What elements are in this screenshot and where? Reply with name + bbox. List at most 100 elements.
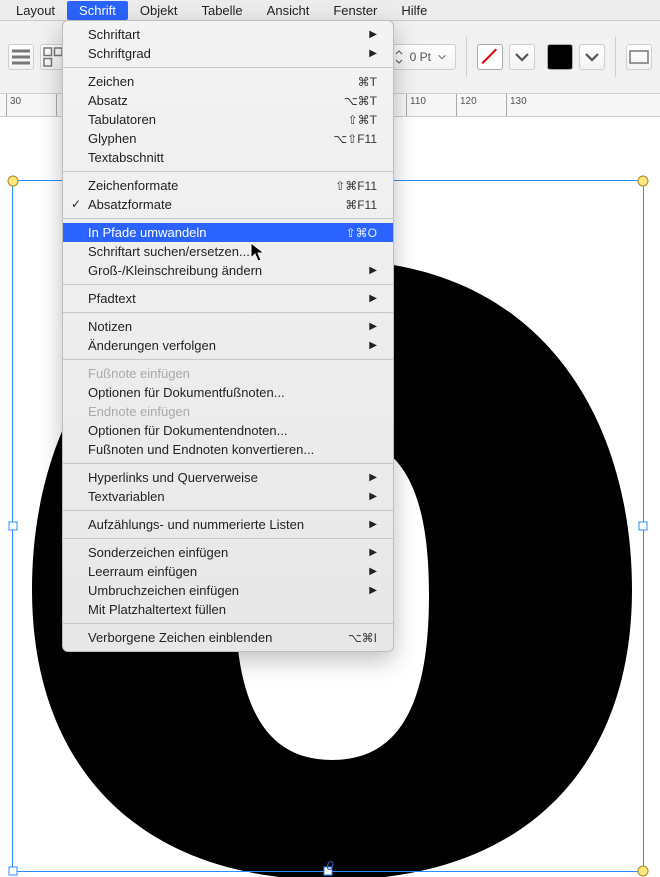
toolbar-button-frame[interactable] — [626, 44, 652, 70]
menu-item-shortcut: ⌥⇧F11 — [321, 132, 377, 146]
toolbar-separator — [615, 37, 616, 77]
submenu-arrow-icon: ▶ — [369, 519, 377, 530]
menu-item[interactable]: Zeichenformate⇧⌘F11 — [63, 176, 393, 195]
menu-item[interactable]: Absatz⌥⌘T — [63, 91, 393, 110]
menu-item[interactable]: Umbruchzeichen einfügen ▶ — [63, 581, 393, 600]
submenu-arrow-icon: ▶ — [369, 566, 377, 577]
frame-icon — [627, 45, 651, 69]
menu-item-label: Fußnote einfügen — [88, 366, 377, 381]
menu-item[interactable]: Optionen für Dokumentfußnoten... — [63, 383, 393, 402]
menu-item-schrift[interactable]: Schrift — [67, 1, 128, 20]
menu-item[interactable]: Fußnoten und Endnoten konvertieren... — [63, 440, 393, 459]
menu-item-label: In Pfade umwandeln — [88, 225, 334, 240]
ruler-label: 130 — [510, 96, 527, 107]
stroke-weight-value: 0 Pt — [410, 50, 431, 64]
schrift-menu: Schriftart▶Schriftgrad▶Zeichen⌘TAbsatz⌥⌘… — [62, 20, 394, 652]
ruler-tick: 30 — [6, 94, 56, 116]
menu-item-ansicht[interactable]: Ansicht — [255, 1, 322, 20]
menu-item-shortcut: ⇧⌘T — [336, 113, 377, 127]
menu-item[interactable]: Aufzählungs- und nummerierte Listen ▶ — [63, 515, 393, 534]
menu-item[interactable]: Notizen ▶ — [63, 317, 393, 336]
menu-item-label: Leerraum einfügen — [88, 564, 361, 579]
menu-item-label: Textvariablen — [88, 489, 361, 504]
menu-item[interactable]: Pfadtext▶ — [63, 289, 393, 308]
submenu-arrow-icon: ▶ — [369, 472, 377, 483]
menu-item[interactable]: Zeichen⌘T — [63, 72, 393, 91]
ruler-tick: 130 — [506, 94, 556, 116]
selection-handle-r[interactable] — [639, 522, 648, 531]
menu-item-shortcut: ⌥⌘I — [336, 631, 377, 645]
submenu-arrow-icon: ▶ — [369, 265, 377, 276]
menu-item-shortcut: ⌘T — [346, 75, 377, 89]
ruler-label: 110 — [410, 96, 426, 107]
menu-item[interactable]: Schriftart suchen/ersetzen... — [63, 242, 393, 261]
ruler-tick: 120 — [456, 94, 506, 116]
chevron-down-icon — [580, 45, 604, 69]
menu-item-label: Notizen — [88, 319, 361, 334]
menu-item[interactable]: Änderungen verfolgen ▶ — [63, 336, 393, 355]
submenu-arrow-icon: ▶ — [369, 293, 377, 304]
menu-item[interactable]: Glyphen⌥⇧F11 — [63, 129, 393, 148]
dropdown-toggle[interactable] — [579, 44, 605, 70]
menu-item[interactable]: Mit Platzhaltertext füllen — [63, 600, 393, 619]
chevron-down-icon — [510, 45, 534, 69]
color-swatch-black[interactable] — [547, 44, 573, 70]
menu-item: Fußnote einfügen — [63, 364, 393, 383]
menu-item-label: Textabschnitt — [88, 150, 377, 165]
menu-item-shortcut: ⇧⌘O — [334, 226, 377, 240]
dropdown-toggle[interactable] — [509, 44, 535, 70]
menu-item-label: Absatzformate — [88, 197, 333, 212]
menu-item-fenster[interactable]: Fenster — [321, 1, 389, 20]
menu-item[interactable]: Verborgene Zeichen einblenden⌥⌘I — [63, 628, 393, 647]
chevron-down-icon — [437, 52, 447, 62]
stroke-weight-field[interactable]: 0 Pt — [385, 44, 456, 70]
submenu-arrow-icon: ▶ — [369, 585, 377, 596]
submenu-arrow-icon: ▶ — [369, 340, 377, 351]
selection-handle-tr[interactable] — [638, 176, 649, 187]
menu-separator — [63, 312, 393, 313]
menu-item-label: Verborgene Zeichen einblenden — [88, 630, 336, 645]
menu-item[interactable]: Textabschnitt — [63, 148, 393, 167]
menu-item-label: Groß-/Kleinschreibung ändern — [88, 263, 361, 278]
menu-item[interactable]: Tabulatoren⇧⌘T — [63, 110, 393, 129]
menu-item[interactable]: Optionen für Dokumentendnoten... — [63, 421, 393, 440]
selection-handle-bl[interactable] — [9, 867, 18, 876]
menu-item-hilfe[interactable]: Hilfe — [389, 1, 439, 20]
menu-item[interactable]: Groß-/Kleinschreibung ändern ▶ — [63, 261, 393, 280]
selection-handle-br[interactable] — [638, 866, 649, 877]
menu-item-layout[interactable]: Layout — [4, 1, 67, 20]
menu-item-label: Optionen für Dokumentfußnoten... — [88, 385, 377, 400]
menu-item-label: Änderungen verfolgen — [88, 338, 361, 353]
menu-item[interactable]: Hyperlinks und Querverweise ▶ — [63, 468, 393, 487]
ruler-label: 120 — [460, 96, 477, 107]
menu-item-label: Sonderzeichen einfügen — [88, 545, 361, 560]
ruler-label: 30 — [10, 96, 21, 107]
menu-item: Endnote einfügen — [63, 402, 393, 421]
toolbar-button-generic[interactable] — [8, 44, 34, 70]
selection-handle-l[interactable] — [9, 522, 18, 531]
menu-item[interactable]: Schriftgrad▶ — [63, 44, 393, 63]
toolbar-separator — [466, 37, 467, 77]
menu-item-label: Fußnoten und Endnoten konvertieren... — [88, 442, 377, 457]
menu-item[interactable]: Textvariablen▶ — [63, 487, 393, 506]
menu-item-label: Hyperlinks und Querverweise — [88, 470, 361, 485]
stroke-none-swatch[interactable] — [477, 44, 503, 70]
submenu-arrow-icon: ▶ — [369, 29, 377, 40]
menu-item-label: Aufzählungs- und nummerierte Listen — [88, 517, 361, 532]
menu-item-objekt[interactable]: Objekt — [128, 1, 190, 20]
menu-item-label: Umbruchzeichen einfügen — [88, 583, 361, 598]
menu-item[interactable]: Leerraum einfügen ▶ — [63, 562, 393, 581]
menu-item-label: Optionen für Dokumentendnoten... — [88, 423, 377, 438]
menu-item-label: Absatz — [88, 93, 332, 108]
menu-item-tabelle[interactable]: Tabelle — [189, 1, 254, 20]
checkmark-icon: ✓ — [71, 197, 81, 211]
menu-item-label: Mit Platzhaltertext füllen — [88, 602, 377, 617]
menu-item-label: Zeichen — [88, 74, 346, 89]
menu-item[interactable]: In Pfade umwandeln⇧⌘O — [63, 223, 393, 242]
menu-item[interactable]: Schriftart▶ — [63, 25, 393, 44]
stepper-icon — [394, 48, 404, 66]
submenu-arrow-icon: ▶ — [369, 321, 377, 332]
menu-item[interactable]: ✓Absatzformate⌘F11 — [63, 195, 393, 214]
menu-item[interactable]: Sonderzeichen einfügen▶ — [63, 543, 393, 562]
selection-handle-tl[interactable] — [8, 176, 19, 187]
